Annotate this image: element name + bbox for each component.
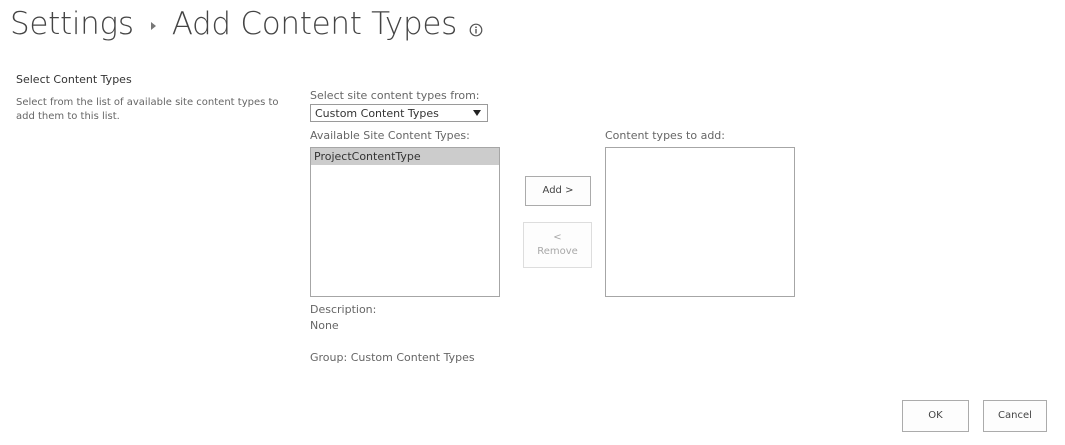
remove-label: Remove bbox=[537, 246, 578, 257]
available-types-label: Available Site Content Types: bbox=[310, 129, 470, 142]
section-description: Select from the list of available site c… bbox=[16, 97, 279, 122]
breadcrumb-settings-link[interactable]: Settings bbox=[10, 6, 134, 42]
list-item[interactable]: ProjectContentType bbox=[311, 148, 499, 165]
content-type-source-select[interactable]: Custom Content Types bbox=[310, 104, 488, 122]
ok-button[interactable]: OK bbox=[902, 400, 969, 432]
page-header: Settings Add Content Types bbox=[10, 0, 483, 48]
source-selected-value: Custom Content Types bbox=[315, 107, 439, 120]
section-title: Select Content Types bbox=[16, 73, 132, 86]
add-button[interactable]: Add > bbox=[525, 176, 591, 206]
remove-arrow: < bbox=[553, 232, 562, 243]
types-to-add-label: Content types to add: bbox=[605, 129, 725, 142]
description-label: Description: bbox=[310, 303, 377, 316]
page-title: Add Content Types bbox=[171, 6, 458, 42]
info-icon[interactable] bbox=[469, 22, 483, 37]
group-text: Group: Custom Content Types bbox=[310, 351, 475, 364]
types-to-add-listbox[interactable] bbox=[605, 147, 795, 297]
available-types-listbox[interactable]: ProjectContentType bbox=[310, 147, 500, 297]
cancel-button[interactable]: Cancel bbox=[983, 400, 1047, 432]
description-value: None bbox=[310, 319, 339, 332]
remove-button[interactable]: < Remove bbox=[523, 222, 592, 268]
source-label: Select site content types from: bbox=[310, 89, 480, 102]
chevron-down-icon bbox=[473, 110, 481, 116]
breadcrumb-separator-icon bbox=[150, 22, 156, 30]
